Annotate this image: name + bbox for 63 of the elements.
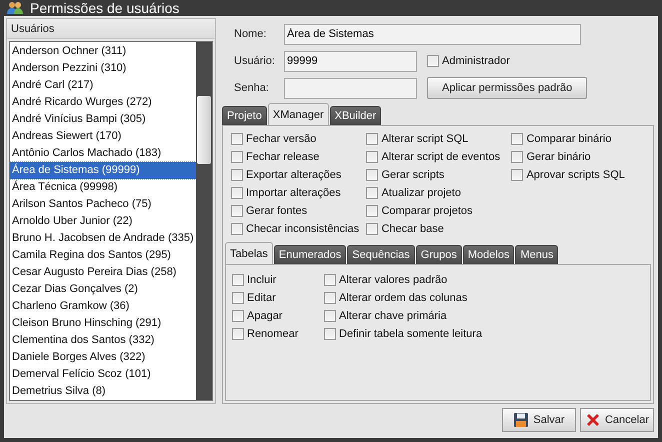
list-item[interactable]: Anderson Ochner (311) [10, 43, 196, 60]
tab[interactable]: Modelos [462, 245, 514, 264]
checkbox-label: Exportar alterações [246, 169, 342, 181]
list-item[interactable]: Cezar Dias Gonçalves (2) [10, 281, 196, 298]
list-item[interactable]: Antônio Carlos Machado (183) [10, 145, 196, 162]
list-item[interactable]: Charleno Gramkow (36) [10, 298, 196, 315]
list-item[interactable]: Clementina dos Santos (332) [10, 332, 196, 349]
list-item[interactable]: Área Técnica (99998) [10, 179, 196, 196]
list-item[interactable]: Área de Sistemas (99999) [10, 162, 196, 179]
checkbox-label: Alterar script de eventos [381, 151, 500, 163]
checkbox-label: Fechar release [246, 151, 320, 163]
tab[interactable]: Sequências [347, 245, 415, 264]
checkbox-label: Incluir [247, 274, 276, 286]
tab[interactable]: Menus [515, 245, 558, 264]
checkbox-label: Fechar versão [246, 133, 316, 145]
list-item[interactable]: Camila Regina dos Santos (295) [10, 247, 196, 264]
list-item[interactable]: Daniele Borges Alves (322) [10, 349, 196, 366]
list-item[interactable]: André Carl (217) [10, 77, 196, 94]
checkbox-label: Checar inconsistências [246, 223, 360, 235]
apply-button[interactable]: Aplicar permissões padrão [427, 77, 588, 99]
checkbox-label: Alterar script SQL [381, 133, 468, 145]
field-label: Usuário: [233, 55, 276, 67]
list-item[interactable]: Cesar Augusto Pereira Dias (258) [10, 264, 196, 281]
list-item[interactable]: Arilson Santos Pacheco (75) [10, 196, 196, 213]
checkbox-label: Atualizar projeto [381, 187, 461, 199]
checkbox-label: Administrador [442, 55, 510, 67]
checkbox-label: Gerar fontes [246, 205, 308, 217]
checkbox-label: Importar alterações [246, 187, 341, 199]
checkbox-label: Alterar chave primária [339, 310, 447, 322]
user-field[interactable]: 99999 [284, 50, 417, 72]
list-item[interactable]: Demetrius Silva (8) [10, 383, 196, 400]
checkbox-label: Renomear [247, 328, 298, 340]
checkbox-label: Gerar scripts [381, 169, 444, 181]
checkbox-label: Alterar ordem das colunas [339, 292, 468, 304]
list-item[interactable]: Anderson Pezzini (310) [10, 60, 196, 77]
list-item[interactable]: Demerval Felício Scoz (101) [10, 366, 196, 383]
checkbox-label: Comparar binário [526, 133, 612, 145]
checkbox-label: Definir tabela somente leitura [339, 328, 482, 340]
field-label: Senha: [233, 82, 270, 94]
checkbox-label: Gerar binário [526, 151, 591, 163]
cancel-button[interactable]: Cancelar [580, 408, 654, 432]
checkbox-label: Editar [247, 292, 276, 304]
list-item[interactable]: Cleison Bruno Hinsching (291) [10, 315, 196, 332]
tab[interactable]: XBuilder [330, 106, 382, 125]
window-title: Permissões de usuários [30, 0, 180, 16]
list-item[interactable]: André Vinícius Bampi (305) [10, 111, 196, 128]
checkbox-label: Aprovar scripts SQL [526, 169, 625, 181]
checkbox-label: Comparar projetos [381, 205, 473, 217]
tab[interactable]: Tabelas [225, 242, 273, 264]
checkbox-label: Checar base [381, 223, 444, 235]
tab[interactable]: Enumerados [274, 245, 346, 264]
list-item[interactable]: Bruno H. Jacobsen de Andrade (335) [10, 230, 196, 247]
list-item[interactable]: André Ricardo Wurges (272) [10, 94, 196, 111]
list-item[interactable]: Andreas Siewert (170) [10, 128, 196, 145]
checkbox-label: Apagar [247, 310, 282, 322]
tab[interactable]: Projeto [222, 106, 267, 125]
tab[interactable]: Grupos [416, 245, 462, 264]
save-button[interactable]: Salvar [502, 408, 576, 432]
tab[interactable]: XManager [268, 103, 329, 125]
list-header: Usuários [7, 19, 215, 39]
list-item[interactable]: Arnoldo Uber Junior (22) [10, 213, 196, 230]
field-label: Nome: [233, 28, 268, 40]
checkbox-label: Alterar valores padrão [339, 274, 448, 286]
